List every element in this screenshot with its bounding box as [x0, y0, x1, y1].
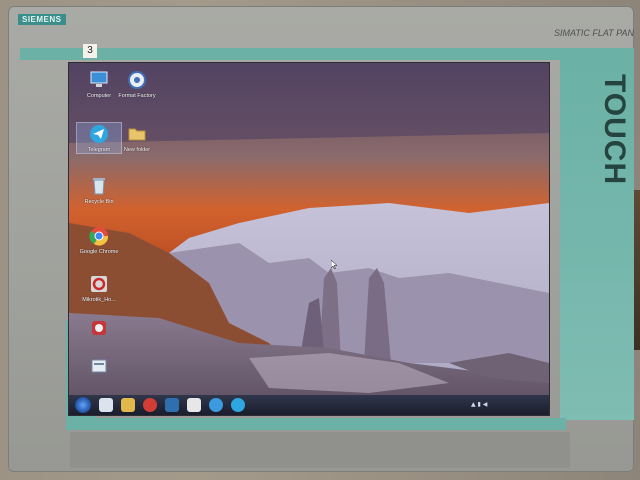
format-factory-icon [128, 71, 146, 89]
model-label: SIMATIC FLAT PAN [554, 28, 635, 38]
desktop-wallpaper [69, 63, 549, 415]
desktop-icon-label: Google Chrome [79, 249, 119, 255]
app-icon [91, 276, 107, 292]
desktop-icon-label: Telegram [87, 147, 111, 153]
ie-icon[interactable] [209, 398, 223, 412]
number-sticker: 3 [83, 44, 97, 58]
start-button[interactable] [75, 397, 91, 413]
touch-label: TOUCH [598, 74, 631, 186]
desktop-icon-app-2[interactable] [77, 355, 121, 379]
media-icon[interactable] [165, 398, 179, 412]
system-tray-icons[interactable]: ▲ ▮ ◀ [471, 401, 501, 409]
explorer-icon[interactable] [99, 398, 113, 412]
desktop-icon-label: New folder [123, 147, 151, 153]
desktop-icon-format-factory[interactable]: Format Factory [115, 69, 159, 99]
desktop-icon-app[interactable] [77, 317, 121, 341]
desktop-icon-label: Format Factory [118, 93, 156, 99]
app-icon [92, 321, 106, 335]
teal-stripe-bottom [66, 418, 566, 430]
bottom-bezel-plate [70, 432, 570, 468]
desktop-icon-chrome[interactable]: Google Chrome [77, 225, 121, 255]
app-icon [91, 359, 107, 373]
app-icon[interactable] [187, 398, 201, 412]
folder-icon [128, 128, 146, 141]
desktop-icon-label: Mikrotik_Ho... [82, 297, 116, 303]
opera-icon[interactable] [143, 398, 157, 412]
desktop-icon-recycle-bin[interactable]: Recycle Bin [77, 175, 121, 205]
telegram-icon [90, 125, 108, 143]
folder-icon[interactable] [121, 398, 135, 412]
desktop-icon-new-folder[interactable]: New folder [115, 123, 159, 153]
screen: Computer Format Factory Telegram New fol… [68, 62, 550, 416]
desktop-icon-mikrotik[interactable]: Mikrotik_Ho... [77, 273, 121, 303]
brand-logo: SIEMENS [18, 14, 66, 25]
mouse-cursor-icon [331, 260, 337, 269]
teal-stripe-top [20, 48, 634, 60]
desktop-icon-label: Computer [86, 93, 112, 99]
desktop-icon-label: Recycle Bin [84, 199, 114, 205]
computer-icon [90, 71, 108, 87]
recycle-bin-icon [93, 178, 105, 195]
taskbar: ▲ ▮ ◀ [69, 395, 549, 415]
chrome-icon [89, 227, 109, 246]
telegram-icon[interactable] [231, 398, 245, 412]
